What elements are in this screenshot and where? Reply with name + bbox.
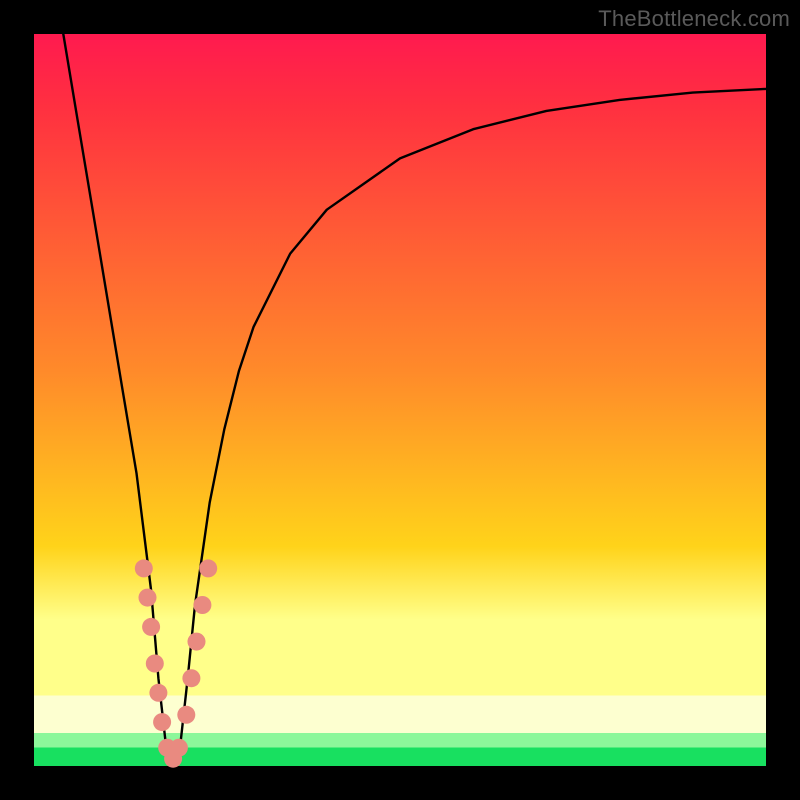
curve-markers [135,559,217,767]
curve-marker [153,713,171,731]
curve-marker [142,618,160,636]
curve-marker [170,739,188,757]
curve-marker [146,655,164,673]
curve-marker [182,669,200,687]
curve-layer [34,34,766,766]
curve-marker [149,684,167,702]
curve-marker [135,559,153,577]
curve-marker [199,559,217,577]
bottleneck-curve [63,34,766,766]
curve-marker [177,706,195,724]
curve-marker [193,596,211,614]
watermark-text: TheBottleneck.com [598,6,790,32]
curve-marker [139,589,157,607]
plot-area [34,34,766,766]
curve-marker [188,633,206,651]
chart-frame: TheBottleneck.com [0,0,800,800]
